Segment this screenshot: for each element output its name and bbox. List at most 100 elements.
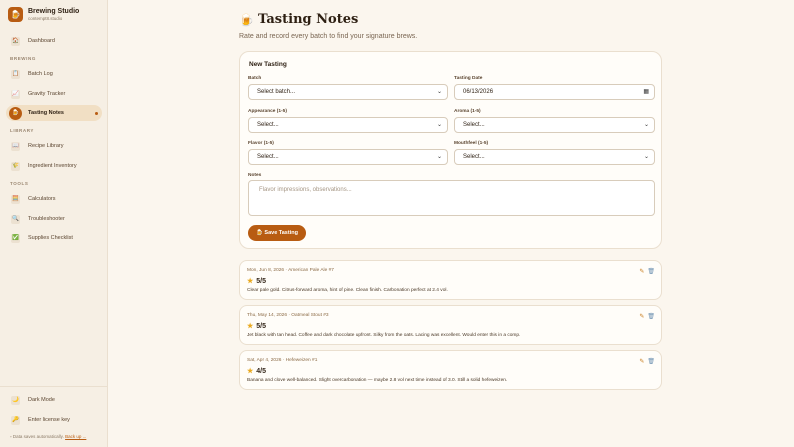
star-icon: ★	[247, 323, 254, 330]
star-icon: ★	[247, 368, 254, 375]
appearance-label: Appearance (1-5)	[248, 109, 287, 114]
book-icon: 📖	[11, 141, 20, 151]
new-tasting-form: New Tasting Batch Select batch... ⌄ Tast…	[239, 51, 662, 249]
pencil-icon[interactable]: ✎	[639, 358, 644, 365]
star-icon: ★	[247, 278, 254, 285]
entry-note: Banana and clove well-balanced. Slight o…	[247, 378, 508, 383]
autosave-text: Data saves automatically.	[12, 434, 64, 439]
trash-icon[interactable]: 🗑	[647, 358, 655, 365]
sidebar-item-label: Troubleshooter	[28, 216, 65, 222]
sidebar-item-calculators[interactable]: 🧮 Calculators	[6, 191, 102, 207]
notes-label: Notes	[248, 173, 262, 178]
flavor-select-value: Select...	[257, 154, 279, 160]
calculator-icon: 🧮	[11, 194, 20, 204]
section-label-brewing: BREWING	[10, 56, 36, 61]
brand-title: Brewing Studio	[28, 8, 80, 15]
brand-subtitle: contempt8.studio	[28, 16, 63, 21]
entry-rating: ★ 5/5	[247, 277, 267, 286]
entry-actions: ✎ 🗑	[639, 268, 655, 275]
notes-textarea[interactable]: Flavor impressions, observations...	[248, 180, 655, 216]
sidebar-item-gravity-tracker[interactable]: 📈 Gravity Tracker	[6, 86, 102, 102]
tasting-date-value: 06/13/2026	[463, 89, 494, 95]
entry-note: Jet black with tan head. Coffee and dark…	[247, 333, 521, 338]
dark-mode-toggle[interactable]: 🌙 Dark Mode	[6, 392, 102, 408]
sidebar-item-label: Ingredient Inventory	[28, 163, 77, 169]
flavor-label: Flavor (1-5)	[248, 141, 274, 146]
license-key-label: Enter license key	[28, 417, 70, 423]
chevron-down-icon: ⌄	[436, 154, 442, 160]
sidebar-item-label: Dashboard	[28, 38, 55, 44]
appearance-select-value: Select...	[257, 122, 279, 128]
entry-rating: ★ 5/5	[247, 322, 267, 331]
mouthfeel-label: Mouthfeel (1-5)	[454, 141, 489, 146]
sidebar-item-recipe-library[interactable]: 📖 Recipe Library	[6, 138, 102, 154]
trash-icon[interactable]: 🗑	[647, 313, 655, 320]
active-indicator	[95, 112, 98, 115]
entry-rating-value: 4/5	[256, 367, 267, 375]
entry-note: Clear pale gold. Citrus-forward aroma, h…	[247, 288, 448, 293]
mouthfeel-select[interactable]: Select... ⌄	[454, 149, 655, 165]
entry-meta: Mon, Jun 8, 2026 · American Pale Ale #7	[247, 268, 334, 273]
sidebar-item-dashboard[interactable]: 🏠 Dashboard	[6, 33, 102, 49]
entry-meta: Thu, May 14, 2026 · Oatmeal Stout #3	[247, 313, 329, 318]
flavor-select[interactable]: Select... ⌄	[248, 149, 448, 165]
page-subtitle: Rate and record every batch to find your…	[239, 33, 418, 40]
home-icon: 🏠	[11, 36, 20, 46]
sidebar-item-batch-log[interactable]: 📋 Batch Log	[6, 66, 102, 82]
mouthfeel-select-value: Select...	[463, 154, 485, 160]
entry-rating-value: 5/5	[256, 322, 267, 330]
clipboard-icon: 📋	[11, 69, 20, 79]
tasting-entry: Mon, Jun 8, 2026 · American Pale Ale #7 …	[239, 260, 662, 300]
chart-icon: 📈	[11, 89, 20, 99]
entry-meta: Sat, Apr 4, 2026 · Hefeweizen #1	[247, 358, 318, 363]
sidebar-item-supplies-checklist[interactable]: ✅ Supplies Checklist	[6, 230, 102, 246]
sidebar-item-tasting-notes[interactable]: 🍺 Tasting Notes	[6, 105, 102, 121]
form-title: New Tasting	[249, 61, 287, 68]
save-tasting-button[interactable]: 🍺 Save Tasting	[248, 225, 306, 241]
brand[interactable]: 🍺 Brewing Studio contempt8.studio	[8, 7, 79, 22]
beer-logo-icon: 🍺	[8, 7, 23, 22]
magnifier-icon: 🔍	[11, 214, 20, 224]
tasting-entry: Thu, May 14, 2026 · Oatmeal Stout #3 ★ 5…	[239, 305, 662, 345]
tasting-date-input[interactable]: 06/13/2026 ▦	[454, 84, 655, 100]
license-key-button[interactable]: 🔑 Enter license key	[6, 412, 102, 428]
appearance-select[interactable]: Select... ⌄	[248, 117, 448, 133]
batch-label: Batch	[248, 76, 262, 81]
beer-icon: 🍺	[9, 106, 22, 120]
calendar-icon[interactable]: ▦	[643, 88, 649, 95]
pencil-icon[interactable]: ✎	[639, 313, 644, 320]
backup-link[interactable]: Back up ...	[65, 434, 86, 439]
sidebar-item-ingredient-inventory[interactable]: 🌾 Ingredient Inventory	[6, 158, 102, 174]
aroma-select-value: Select...	[463, 122, 485, 128]
batch-select-value: Select batch...	[257, 89, 296, 95]
sidebar-item-label: Batch Log	[28, 71, 53, 77]
floppy-icon: ▫	[10, 434, 12, 439]
beer-icon: 🍺	[239, 12, 254, 27]
aroma-select[interactable]: Select... ⌄	[454, 117, 655, 133]
pencil-icon[interactable]: ✎	[639, 268, 644, 275]
sidebar-item-troubleshooter[interactable]: 🔍 Troubleshooter	[6, 211, 102, 227]
chevron-down-icon: ⌄	[436, 89, 442, 95]
sidebar-item-label: Recipe Library	[28, 143, 64, 149]
tasting-entry: Sat, Apr 4, 2026 · Hefeweizen #1 ★ 4/5 B…	[239, 350, 662, 390]
entry-rating: ★ 4/5	[247, 367, 267, 376]
sidebar-item-label: Tasting Notes	[28, 110, 64, 116]
grain-icon: 🌾	[11, 161, 20, 171]
moon-icon: 🌙	[11, 395, 20, 405]
aroma-label: Aroma (1-5)	[454, 109, 481, 114]
trash-icon[interactable]: 🗑	[647, 268, 655, 275]
page-title-text: Tasting Notes	[257, 12, 359, 27]
chevron-down-icon: ⌄	[436, 122, 442, 128]
sidebar-item-label: Supplies Checklist	[28, 235, 73, 241]
section-label-tools: TOOLS	[10, 181, 29, 186]
entry-actions: ✎ 🗑	[639, 313, 655, 320]
entry-rating-value: 5/5	[256, 277, 267, 285]
section-label-library: LIBRARY	[10, 128, 35, 133]
chevron-down-icon: ⌄	[643, 154, 649, 160]
page-title: 🍺 Tasting Notes	[239, 12, 358, 27]
entry-actions: ✎ 🗑	[639, 358, 655, 365]
key-icon: 🔑	[11, 415, 20, 425]
batch-select[interactable]: Select batch... ⌄	[248, 84, 448, 100]
sidebar-item-label: Gravity Tracker	[28, 91, 66, 97]
sidebar: 🍺 Brewing Studio contempt8.studio 🏠 Dash…	[0, 0, 108, 447]
